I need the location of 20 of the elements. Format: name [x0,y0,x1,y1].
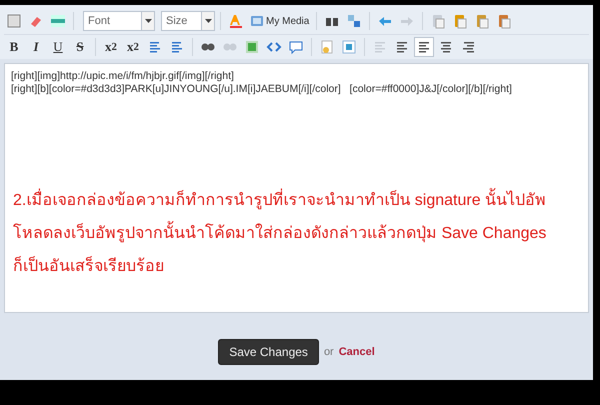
underline-button[interactable]: U [48,37,68,57]
caret-icon [144,19,152,23]
bbcode-line: [right][b][color=#d3d3d3]PARK[u]JINYOUNG[/u].IM[i]JAEBUM[/i][/color] [color=#ff0000]J&J[/color][/b][/right] [11,83,513,96]
save-changes-button[interactable]: Save Changes [218,338,319,364]
cancel-link[interactable]: Cancel [338,346,375,358]
or-text: or [324,346,334,358]
size-dropdown[interactable]: Size [161,11,215,31]
align-left-icon[interactable] [414,37,434,57]
italic-button[interactable]: I [26,37,46,57]
font-dropdown[interactable]: Font [83,11,155,31]
media-icon [250,14,264,28]
annotation-text: 2.เมื่อเจอกล่องข้อความก็ทำการนำรูปที่เราจะนำมาทำเป็น signature นั้นไปอัพ [11,184,546,217]
bbcode-line: [right][img]http://upic.me/i/fm/hjbjr.gif[/img][/right] [11,70,235,83]
annotation-text: โหลดลงเว็บอัพรูปจากนั้นนำโค้ดมาใส่กล่องดังกล่าวแล้วกดปุ่ม Save Changes [11,217,546,250]
editor-textarea[interactable] [4,63,589,313]
bold-button[interactable]: B [4,37,24,57]
caret-icon [204,19,212,23]
my-media-button[interactable]: My Media [248,14,312,28]
strike-button[interactable]: S [70,37,90,57]
annotation-text: ก็เป็นอันเสร็จเรียบร้อย [12,255,164,277]
